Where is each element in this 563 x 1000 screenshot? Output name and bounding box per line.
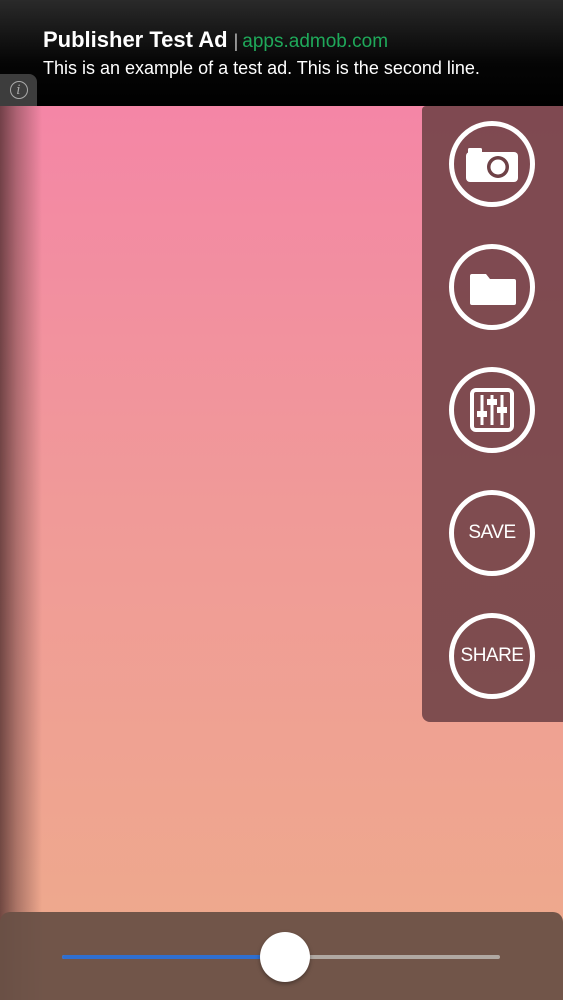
open-folder-button[interactable] <box>449 244 535 330</box>
ad-url[interactable]: apps.admob.com <box>242 31 388 52</box>
slider-fill <box>62 955 286 959</box>
ad-description: This is an example of a test ad. This is… <box>43 58 480 78</box>
save-button-label: SAVE <box>468 522 516 543</box>
left-edge-shadow <box>0 106 42 1000</box>
folder-icon <box>470 274 516 305</box>
share-button-label: SHARE <box>460 645 524 666</box>
sliders-icon <box>470 388 514 432</box>
info-icon: i <box>9 81 28 99</box>
share-button[interactable]: SHARE <box>449 613 535 699</box>
camera-icon <box>466 148 518 182</box>
ad-banner[interactable]: Publisher Test Ad | apps.admob.com This is… <box>0 0 563 106</box>
ad-title-row: Publisher Test Ad | apps.admob.com <box>43 27 388 53</box>
ad-separator: | <box>233 31 239 51</box>
ad-info-button[interactable]: i <box>0 74 37 106</box>
ad-title: Publisher Test Ad <box>43 27 228 52</box>
adjustments-button[interactable] <box>449 367 535 453</box>
save-button[interactable]: SAVE <box>449 490 535 576</box>
camera-button[interactable] <box>449 121 535 207</box>
